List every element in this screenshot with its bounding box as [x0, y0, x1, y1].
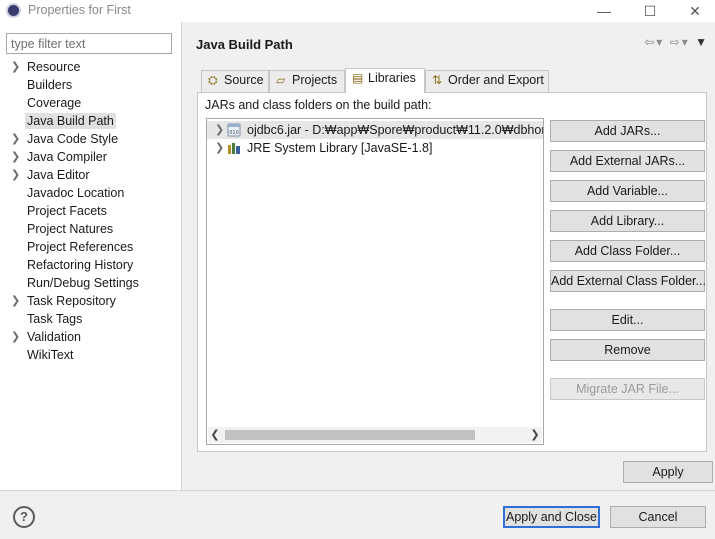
filter-input[interactable]: [6, 33, 172, 54]
forward-arrow-icon[interactable]: ⇨: [670, 35, 682, 49]
chevron-right-icon[interactable]: ❯: [11, 58, 21, 76]
help-icon[interactable]: ?: [13, 506, 35, 528]
add-jars-button[interactable]: Add JARs...: [550, 120, 705, 142]
sidebar-item-java-code-style[interactable]: ❯ Java Code Style: [0, 130, 182, 148]
title-bar: Properties for First — ☐ ✕: [0, 0, 715, 22]
remove-button[interactable]: Remove: [550, 339, 705, 361]
apply-button[interactable]: Apply: [623, 461, 713, 483]
view-menu-icon[interactable]: ▼: [695, 35, 709, 49]
tab-source[interactable]: ⛭ Source: [201, 70, 269, 92]
dialog-footer: ? Apply and Close Cancel: [0, 490, 715, 539]
libraries-icon: ▤: [352, 71, 364, 85]
chevron-right-icon[interactable]: ❯: [11, 166, 21, 184]
add-variable-button[interactable]: Add Variable...: [550, 180, 705, 202]
history-nav: ⇦▾ ⇨▾ ▼: [644, 35, 709, 49]
libraries-panel: JARs and class folders on the build path…: [197, 92, 707, 452]
chevron-right-icon[interactable]: ❯: [11, 328, 21, 346]
main-content: Java Build Path ⇦▾ ⇨▾ ▼ ⛭ Source ▱ Project…: [183, 22, 715, 490]
sidebar-item-coverage[interactable]: Coverage: [0, 94, 182, 112]
page-title: Java Build Path: [196, 37, 293, 52]
sidebar-item-java-editor[interactable]: ❯ Java Editor: [0, 166, 182, 184]
back-arrow-icon[interactable]: ⇦: [644, 35, 656, 49]
sidebar-item-task-repository[interactable]: ❯ Task Repository: [0, 292, 182, 310]
sidebar-item-wikitext[interactable]: WikiText: [0, 346, 182, 364]
source-folder-icon: ⛭: [208, 73, 218, 87]
property-tree: ❯ Resource Builders Coverage Java Build P…: [0, 58, 182, 364]
scroll-left-icon[interactable]: ❮: [208, 427, 222, 443]
sidebar-item-java-build-path[interactable]: Java Build Path: [0, 112, 182, 130]
projects-icon: ▱: [276, 73, 286, 87]
migrate-jar-button[interactable]: Migrate JAR File...: [550, 378, 705, 400]
order-export-icon: ⇅: [432, 73, 443, 87]
sidebar-item-builders[interactable]: Builders: [0, 76, 182, 94]
cancel-button[interactable]: Cancel: [610, 506, 706, 528]
svg-text:010: 010: [229, 130, 239, 136]
scrollbar-thumb[interactable]: [225, 430, 475, 440]
minimize-button[interactable]: —: [581, 1, 627, 21]
build-path-entries-list[interactable]: ❯ 010 ojdbc6.jar - D:₩app₩Spore₩product₩…: [206, 118, 544, 445]
forward-menu-chevron-icon[interactable]: ▾: [682, 35, 690, 49]
add-external-jars-button[interactable]: Add External JARs...: [550, 150, 705, 172]
chevron-right-icon[interactable]: ❯: [11, 130, 21, 148]
list-item[interactable]: ❯ JRE System Library [JavaSE-1.8]: [207, 139, 543, 157]
window-title: Properties for First: [28, 3, 131, 17]
add-external-class-folder-button[interactable]: Add External Class Folder...: [550, 270, 706, 292]
scroll-right-icon[interactable]: ❯: [528, 427, 542, 443]
list-item[interactable]: ❯ 010 ojdbc6.jar - D:₩app₩Spore₩product₩…: [207, 121, 543, 139]
build-path-caption: JARs and class folders on the build path…: [205, 98, 432, 112]
chevron-right-icon[interactable]: ❯: [215, 139, 224, 157]
sidebar-item-javadoc-location[interactable]: Javadoc Location: [0, 184, 182, 202]
add-library-button[interactable]: Add Library...: [550, 210, 705, 232]
chevron-right-icon[interactable]: ❯: [11, 292, 21, 310]
edit-button[interactable]: Edit...: [550, 309, 705, 331]
tab-order-and-export[interactable]: ⇅ Order and Export: [425, 70, 549, 92]
sidebar-item-validation[interactable]: ❯ Validation: [0, 328, 182, 346]
eclipse-icon: [6, 3, 21, 18]
add-class-folder-button[interactable]: Add Class Folder...: [550, 240, 705, 262]
sidebar-item-run-debug-settings[interactable]: Run/Debug Settings: [0, 274, 182, 292]
library-icon: [228, 143, 240, 154]
horizontal-scrollbar[interactable]: ❮ ❯: [208, 427, 542, 443]
apply-and-close-button[interactable]: Apply and Close: [503, 506, 600, 528]
chevron-right-icon[interactable]: ❯: [215, 121, 224, 139]
tab-libraries[interactable]: ▤ Libraries: [345, 68, 425, 93]
tab-projects[interactable]: ▱ Projects: [269, 70, 345, 92]
chevron-right-icon[interactable]: ❯: [11, 148, 21, 166]
sidebar-item-task-tags[interactable]: Task Tags: [0, 310, 182, 328]
sidebar-item-project-natures[interactable]: Project Natures: [0, 220, 182, 238]
sidebar: ❯Resource Builders Coverage Java Build P…: [0, 22, 182, 490]
sidebar-item-project-facets[interactable]: Project Facets: [0, 202, 182, 220]
maximize-button[interactable]: ☐: [627, 1, 673, 21]
back-menu-chevron-icon[interactable]: ▾: [656, 35, 664, 49]
close-button[interactable]: ✕: [672, 1, 715, 21]
sidebar-item-project-references[interactable]: Project References: [0, 238, 182, 256]
jar-icon: 010: [227, 123, 241, 137]
sidebar-item-resource[interactable]: ❯ Resource: [0, 58, 182, 76]
sidebar-item-java-compiler[interactable]: ❯ Java Compiler: [0, 148, 182, 166]
sidebar-item-refactoring-history[interactable]: Refactoring History: [0, 256, 182, 274]
